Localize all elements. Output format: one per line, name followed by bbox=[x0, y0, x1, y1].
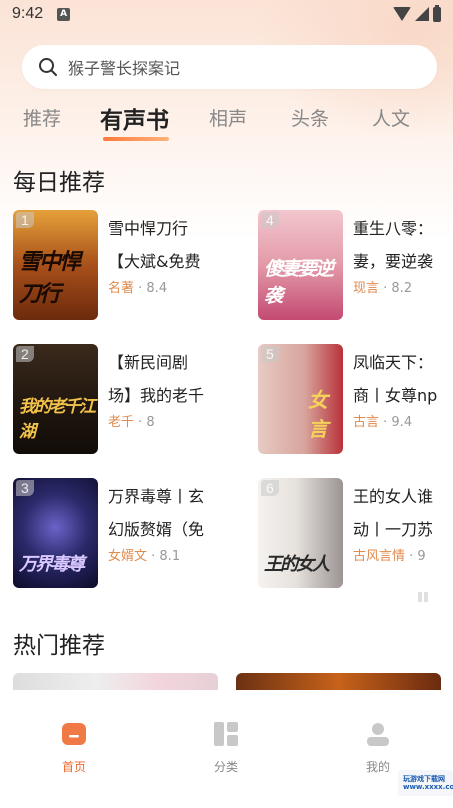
home-icon bbox=[62, 723, 86, 745]
rank-badge: 3 bbox=[16, 480, 34, 496]
book-subtitle: 商丨女尊np bbox=[353, 386, 438, 405]
book-title: 凤临天下： bbox=[353, 353, 434, 372]
book-meta: 古言 · 9.4 bbox=[353, 411, 412, 430]
cover-title-art: 雪中悍刀行 bbox=[19, 250, 81, 307]
book-title: 【新民间剧 bbox=[108, 353, 189, 372]
daily-recommend-title: 每日推荐 bbox=[13, 170, 105, 196]
book-title: 重生八零： bbox=[353, 219, 434, 238]
nav-home-label: 首页 bbox=[61, 760, 86, 774]
status-time: 9:42 bbox=[12, 5, 44, 22]
book-cover: 3 万界毒尊 bbox=[13, 478, 98, 588]
book-subtitle: 妻，要逆袭 bbox=[353, 252, 434, 271]
book-meta: 古风言情 · 9 bbox=[353, 545, 426, 564]
book-meta: 老千 · 8 bbox=[108, 411, 155, 430]
book-genre: 古风言情 bbox=[353, 549, 406, 564]
book-meta: 女婿文 · 8.1 bbox=[108, 545, 180, 564]
book-score: · 9.4 bbox=[379, 415, 413, 430]
book-cover: 6 王的女人 bbox=[258, 478, 343, 588]
bottom-navigation: 首页 分类 我的 bbox=[0, 690, 453, 808]
book-score: · 9 bbox=[405, 549, 426, 564]
site-watermark: 玩游戏下载网www.xxxx.com bbox=[398, 770, 453, 796]
search-bar[interactable]: 猴子警长探案记 bbox=[22, 45, 437, 89]
book-card[interactable]: 3 万界毒尊 万界毒尊丨玄 幻版赘婿（免 女婿文 · 8.1 bbox=[13, 478, 223, 590]
book-title: 雪中悍刀行 bbox=[108, 219, 189, 238]
book-title: 万界毒尊丨玄 bbox=[108, 487, 205, 506]
nav-profile[interactable]: 我的 bbox=[348, 720, 408, 775]
book-genre: 古言 bbox=[353, 415, 380, 430]
cover-title-art: 万界毒尊 bbox=[19, 554, 85, 575]
wifi-icon bbox=[393, 7, 411, 21]
book-cover: 2 我的老千江湖 bbox=[13, 344, 98, 454]
cover-title-art: 傻妻要逆袭 bbox=[264, 258, 334, 307]
book-meta: 名著 · 8.4 bbox=[108, 277, 167, 296]
hot-book-cover[interactable] bbox=[236, 673, 441, 691]
battery-icon bbox=[433, 4, 441, 22]
book-cover: 4 傻妻要逆袭 bbox=[258, 210, 343, 320]
cover-title-art: 女言 bbox=[308, 388, 328, 441]
active-tab-underline bbox=[103, 137, 169, 141]
cover-title-art: 我的老千江湖 bbox=[19, 397, 96, 442]
tab-recommend[interactable]: 推荐 bbox=[23, 104, 61, 131]
cover-title-art: 王的女人 bbox=[264, 554, 330, 575]
signal-icon bbox=[415, 7, 429, 21]
notification-a-icon: A bbox=[57, 7, 71, 21]
book-score: · 8.2 bbox=[379, 281, 413, 296]
tab-headlines[interactable]: 头条 bbox=[291, 104, 329, 131]
hot-book-cover[interactable] bbox=[13, 673, 218, 691]
rank-badge: 2 bbox=[16, 346, 34, 362]
book-card[interactable]: 5 女言 凤临天下： 商丨女尊np 古言 · 9.4 bbox=[258, 344, 453, 456]
book-score: · 8.1 bbox=[147, 549, 181, 564]
book-card[interactable]: 2 我的老千江湖 【新民间剧 场】我的老千 老千 · 8 bbox=[13, 344, 223, 456]
status-bar: 9:42 A bbox=[0, 0, 453, 28]
book-card[interactable]: 1 雪中悍刀行 雪中悍刀行 【大斌&免费 名著 · 8.4 bbox=[13, 210, 223, 322]
category-tabs: 推荐 有声书 相声 头条 人文 bbox=[0, 104, 453, 144]
profile-icon bbox=[367, 723, 389, 746]
page-indicator-icon bbox=[418, 592, 428, 602]
book-subtitle: 【大斌&免费 bbox=[108, 252, 201, 271]
nav-home[interactable]: 首页 bbox=[44, 720, 104, 775]
book-cover: 1 雪中悍刀行 bbox=[13, 210, 98, 320]
book-subtitle: 场】我的老千 bbox=[108, 386, 205, 405]
book-subtitle: 幻版赘婿（免 bbox=[108, 520, 205, 539]
book-subtitle: 动丨一刀苏 bbox=[353, 520, 434, 539]
rank-badge: 4 bbox=[261, 212, 279, 228]
book-title: 王的女人谁 bbox=[353, 487, 434, 506]
category-icon bbox=[214, 722, 238, 746]
book-genre: 现言 bbox=[353, 281, 380, 296]
book-score: · 8 bbox=[134, 415, 155, 430]
watermark-text: 玩游戏下载网www.xxxx.com bbox=[403, 775, 453, 791]
book-cover: 5 女言 bbox=[258, 344, 343, 454]
book-card[interactable]: 6 王的女人 王的女人谁 动丨一刀苏 古风言情 · 9 bbox=[258, 478, 453, 590]
book-card[interactable]: 4 傻妻要逆袭 重生八零： 妻，要逆袭 现言 · 8.2 bbox=[258, 210, 453, 322]
book-genre: 老千 bbox=[108, 415, 135, 430]
tab-crosstalk[interactable]: 相声 bbox=[209, 104, 247, 131]
tab-humanities[interactable]: 人文 bbox=[372, 104, 410, 131]
nav-category[interactable]: 分类 bbox=[196, 720, 256, 775]
rank-badge: 5 bbox=[261, 346, 279, 362]
book-genre: 名著 bbox=[108, 281, 135, 296]
search-icon bbox=[39, 58, 57, 76]
rank-badge: 1 bbox=[16, 212, 34, 228]
book-genre: 女婿文 bbox=[108, 549, 148, 564]
tab-audiobook[interactable]: 有声书 bbox=[100, 101, 169, 135]
hot-recommend-title: 热门推荐 bbox=[13, 633, 105, 659]
book-score: · 8.4 bbox=[134, 281, 168, 296]
search-placeholder: 猴子警长探案记 bbox=[68, 59, 181, 78]
nav-category-label: 分类 bbox=[213, 760, 238, 774]
book-meta: 现言 · 8.2 bbox=[353, 277, 412, 296]
rank-badge: 6 bbox=[261, 480, 279, 496]
